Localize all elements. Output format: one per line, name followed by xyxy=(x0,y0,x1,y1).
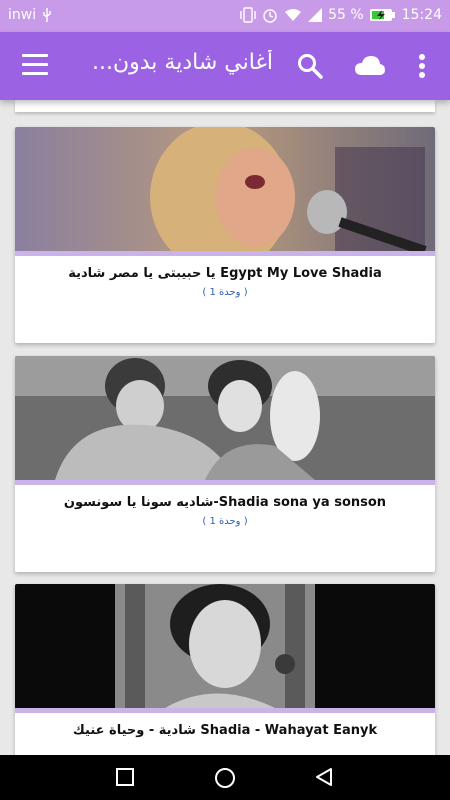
clock: 15:24 xyxy=(401,7,442,23)
square-recent-apps-icon[interactable] xyxy=(115,767,135,787)
video-thumbnail xyxy=(15,356,435,480)
status-bar: inwi 55 % 15:24 xyxy=(0,0,450,32)
battery-percent: 55 % xyxy=(328,7,364,23)
divider-bar xyxy=(15,708,435,713)
list-item[interactable]: يا حبيبتى يا مصر شادية Egypt My Love Sha… xyxy=(15,127,435,343)
circle-home-icon[interactable] xyxy=(214,767,236,789)
page-title: أغاني شادية بدون... xyxy=(92,50,274,75)
item-count: ( 1 وحدة ) xyxy=(202,516,248,527)
wifi-icon xyxy=(285,9,302,21)
vibrate-icon xyxy=(240,7,256,23)
usb-icon xyxy=(43,8,51,22)
song-list: يا حبيبتى يا مصر شادية Egypt My Love Sha… xyxy=(0,100,450,755)
item-title: شاديه سونا يا سونسون-Shadia sona ya sons… xyxy=(63,495,387,510)
hamburger-menu-icon[interactable] xyxy=(22,54,48,76)
divider-bar xyxy=(15,480,435,485)
signal-icon xyxy=(308,8,323,22)
item-count: ( 1 وحدة ) xyxy=(202,287,248,298)
battery-charging-icon xyxy=(369,9,395,21)
list-item-partial xyxy=(15,100,435,112)
carrier-label: inwi xyxy=(8,7,37,23)
item-title: شادية - وحياة عنيك Shadia - Wahayat Eany… xyxy=(72,723,378,738)
system-nav-bar xyxy=(0,755,450,800)
triangle-back-icon[interactable] xyxy=(314,767,334,787)
alarm-icon xyxy=(263,9,277,23)
divider-bar xyxy=(15,251,435,256)
video-thumbnail xyxy=(15,584,435,708)
cloud-icon[interactable] xyxy=(354,52,386,80)
list-item[interactable]: شاديه سونا يا سونسون-Shadia sona ya sons… xyxy=(15,356,435,572)
more-vert-icon[interactable] xyxy=(412,52,432,80)
video-thumbnail xyxy=(15,127,435,251)
search-icon[interactable] xyxy=(296,52,324,80)
item-title: يا حبيبتى يا مصر شادية Egypt My Love Sha… xyxy=(68,266,382,281)
app-bar: أغاني شادية بدون... xyxy=(0,32,450,100)
list-item[interactable]: شادية - وحياة عنيك Shadia - Wahayat Eany… xyxy=(15,584,435,755)
